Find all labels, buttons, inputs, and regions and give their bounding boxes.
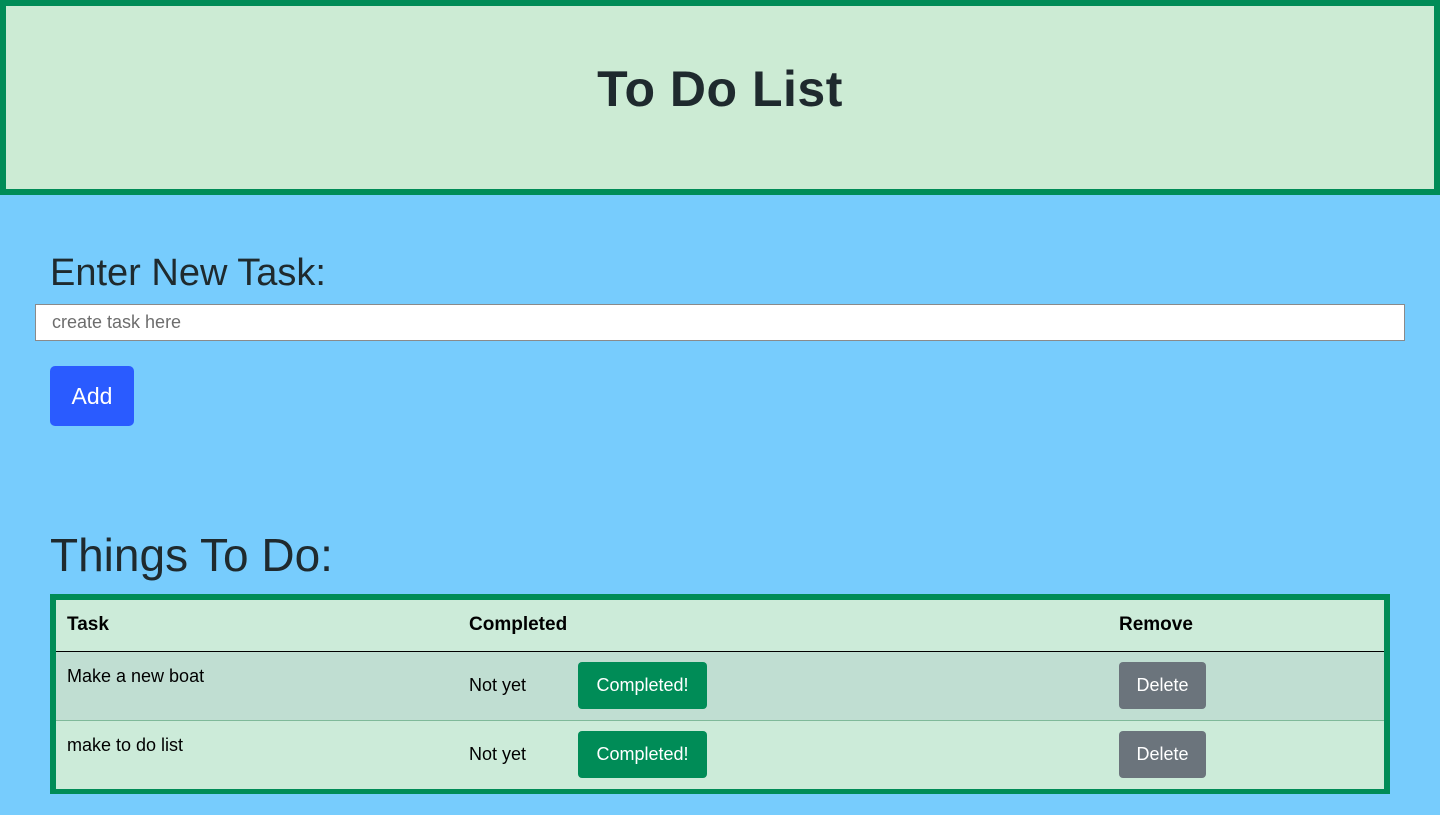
task-cell: make to do list <box>56 719 458 789</box>
column-header-remove: Remove <box>1108 600 1384 652</box>
remove-cell: Delete <box>1108 719 1384 789</box>
completed-cell: Not yet Completed! <box>458 719 1108 789</box>
things-to-do-title: Things To Do: <box>50 529 333 581</box>
new-task-label: Enter New Task: <box>50 252 326 294</box>
table-header-row: Task Completed Remove <box>56 600 1384 652</box>
status-text: Not yet <box>469 675 527 695</box>
add-button[interactable]: Add <box>50 366 134 426</box>
remove-cell: Delete <box>1108 651 1384 720</box>
task-text: make to do list <box>67 734 184 755</box>
task-text: Make a new boat <box>67 665 205 686</box>
task-input[interactable] <box>35 304 1405 341</box>
page-header: To Do List <box>0 0 1440 195</box>
table-row: make to do list Not yet Completed! Delet… <box>56 719 1384 789</box>
delete-button[interactable]: Delete <box>1119 662 1206 709</box>
page-title: To Do List <box>597 60 843 117</box>
mark-completed-button[interactable]: Completed! <box>578 662 707 709</box>
table-row: Make a new boat Not yet Completed! Delet… <box>56 651 1384 720</box>
task-cell: Make a new boat <box>56 651 458 720</box>
status-text: Not yet <box>469 744 527 764</box>
column-header-completed: Completed <box>458 600 1108 652</box>
delete-button[interactable]: Delete <box>1119 731 1206 778</box>
mark-completed-button[interactable]: Completed! <box>578 731 707 778</box>
task-table: Task Completed Remove Make a new boat No… <box>50 594 1390 794</box>
completed-cell: Not yet Completed! <box>458 651 1108 720</box>
column-header-task: Task <box>56 600 458 652</box>
